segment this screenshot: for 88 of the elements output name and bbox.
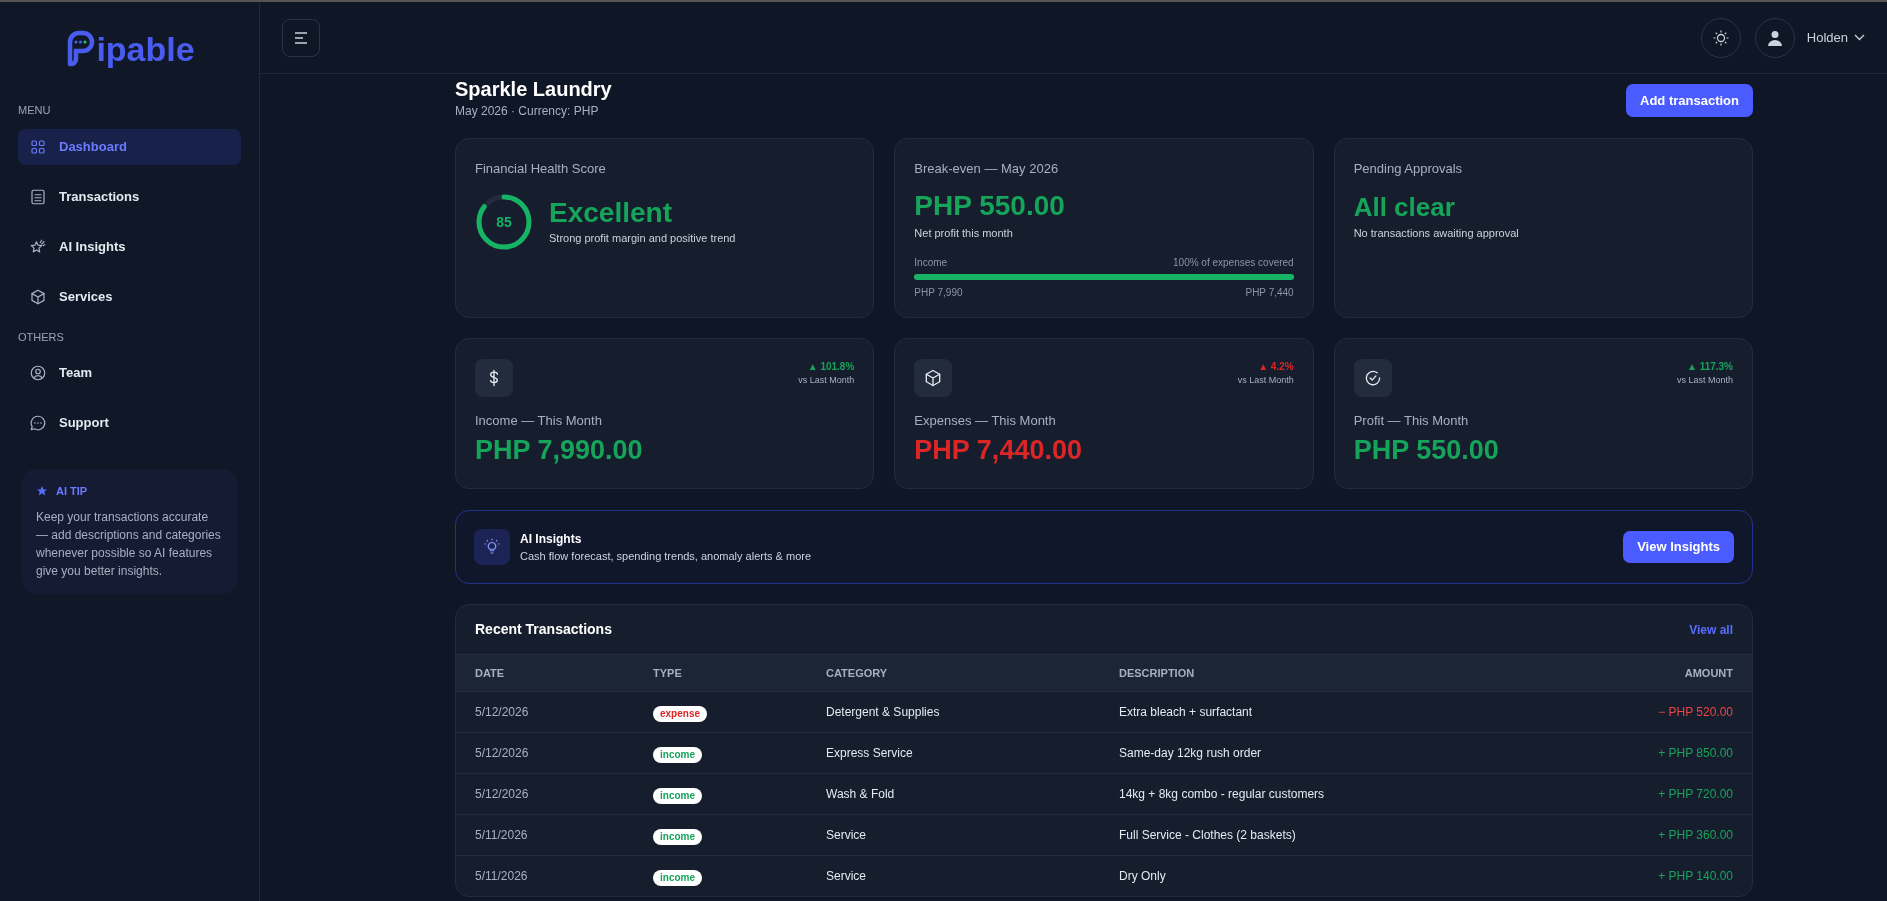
- column-header: DATE: [475, 665, 506, 681]
- compare-label: vs Last Month: [798, 374, 855, 387]
- table-cell-text: 5/12/2026: [475, 786, 530, 803]
- type-badge: income: [653, 829, 702, 845]
- page-subtitle: May 2026 · Currency: PHP: [455, 103, 600, 120]
- table-cell-text: 5/12/2026: [475, 704, 530, 721]
- approvals-status: All clear: [1353, 190, 1456, 223]
- stat-label: Profit — This Month: [1353, 412, 1470, 430]
- type-badge: income: [653, 788, 702, 804]
- table-cell-text: Service: [826, 827, 867, 844]
- compare-label: vs Last Month: [1237, 374, 1294, 387]
- amount-label: PHP 7,990: [914, 286, 963, 300]
- column-header: CATEGORY: [826, 665, 889, 681]
- compare-label: vs Last Month: [1676, 374, 1733, 387]
- card-title: Break-even — May 2026: [914, 160, 1060, 178]
- star-icon: [36, 485, 48, 498]
- card-title: Pending Approvals: [1353, 160, 1464, 178]
- grid-icon: [29, 137, 47, 156]
- breakeven-note: Net profit this month: [914, 225, 1014, 241]
- avatar-icon: [1766, 29, 1783, 46]
- sidebar-item[interactable]: Team: [18, 355, 241, 391]
- table-cell-text: 14kg + 8kg combo - regular customers: [1119, 786, 1326, 803]
- brand-name: ipable: [96, 32, 195, 66]
- table-cell-text: Detergent & Supplies: [826, 704, 941, 721]
- menu-button[interactable]: [282, 18, 320, 57]
- table-cell-text: 5/11/2026: [475, 827, 529, 844]
- stat-value: PHP 7,990.00: [475, 433, 644, 467]
- chat-bubble-icon: [29, 414, 47, 432]
- sidebar-item[interactable]: Transactions: [18, 178, 241, 215]
- menu-icon: [294, 31, 308, 44]
- table-cell-text: Service: [826, 868, 867, 885]
- change-value: ▲ 4.2%: [1258, 360, 1294, 374]
- view-all-link[interactable]: View all: [1689, 620, 1733, 639]
- table-cell-text: + PHP 850.00: [1657, 745, 1733, 762]
- tip-title: AI TIP: [56, 484, 88, 499]
- type-badge: income: [653, 870, 702, 886]
- stat-label: Expenses — This Month: [914, 412, 1057, 430]
- insights-text: Cash flow forecast, spending trends, anomaly alerts & more: [520, 548, 813, 564]
- lightbulb-icon: [483, 538, 501, 556]
- stat-value: PHP 7,440.00: [914, 433, 1083, 467]
- table-cell-text: Dry Only: [1119, 868, 1167, 885]
- progress-label: Income: [914, 256, 948, 270]
- amount-label: PHP 7,440: [1245, 286, 1294, 300]
- section-label: MENU: [18, 103, 52, 118]
- breakeven-value: PHP 550.00: [914, 188, 1066, 223]
- change-value: ▲ 117.3%: [1686, 360, 1733, 374]
- table-cell-text: Extra bleach + surfactant: [1119, 704, 1254, 721]
- sidebar-item[interactable]: Support: [18, 405, 241, 441]
- user-menu-button[interactable]: Holden: [1806, 27, 1865, 48]
- sidebar-item[interactable]: Services: [18, 278, 241, 315]
- document-icon: [29, 187, 47, 206]
- sidebar-item[interactable]: AI Insights: [18, 228, 241, 265]
- column-header: TYPE: [653, 665, 683, 681]
- health-note: Strong profit margin and positive trend: [549, 231, 736, 247]
- tip-text: Keep your transactions accurate — add descriptions and categories whenever possible so AI features give you better insights.: [36, 508, 222, 580]
- card-title: Financial Health Score: [475, 160, 607, 178]
- sun-icon: [1712, 29, 1729, 46]
- approvals-note: No transactions awaiting approval: [1353, 225, 1520, 241]
- type-badge: expense: [653, 706, 708, 722]
- table-cell-text: Wash & Fold: [826, 786, 896, 803]
- cube-icon: [29, 287, 47, 306]
- sidebar-item[interactable]: Dashboard: [18, 128, 241, 165]
- add-transaction-button[interactable]: Add transaction: [1626, 84, 1753, 117]
- column-header: DESCRIPTION: [1119, 665, 1196, 681]
- page-title: Sparkle Laundry: [455, 77, 612, 102]
- user-icon: [29, 364, 47, 382]
- score-value: 85: [496, 214, 512, 229]
- table-cell-text: Same-day 12kg rush order: [1119, 745, 1263, 762]
- section-label: OTHERS: [18, 329, 65, 345]
- insights-title: AI Insights: [520, 530, 583, 548]
- table-cell-text: + PHP 720.00: [1657, 786, 1733, 803]
- type-badge: income: [653, 747, 702, 763]
- progress-label: 100% of expenses covered: [1173, 256, 1294, 270]
- health-rating: Excellent: [549, 196, 673, 231]
- table-cell-text: + PHP 360.00: [1657, 827, 1733, 844]
- stat-label: Income — This Month: [475, 412, 603, 430]
- change-value: ▲ 101.8%: [807, 360, 855, 374]
- view-insights-button[interactable]: View Insights: [1623, 531, 1734, 563]
- table-cell-text: 5/12/2026: [475, 745, 530, 762]
- column-header: AMOUNT: [1683, 665, 1733, 681]
- table-cell-text: Full Service - Clothes (2 baskets): [1119, 827, 1297, 844]
- stat-value: PHP 550.00: [1353, 433, 1500, 467]
- table-cell-text: − PHP 520.00: [1657, 704, 1733, 721]
- chevron-down-icon: [1854, 34, 1865, 41]
- table-cell-text: Express Service: [826, 745, 914, 762]
- table-cell-text: 5/11/2026: [475, 868, 529, 885]
- card-title: Recent Transactions: [475, 620, 612, 639]
- table-cell-text: + PHP 140.00: [1657, 868, 1733, 885]
